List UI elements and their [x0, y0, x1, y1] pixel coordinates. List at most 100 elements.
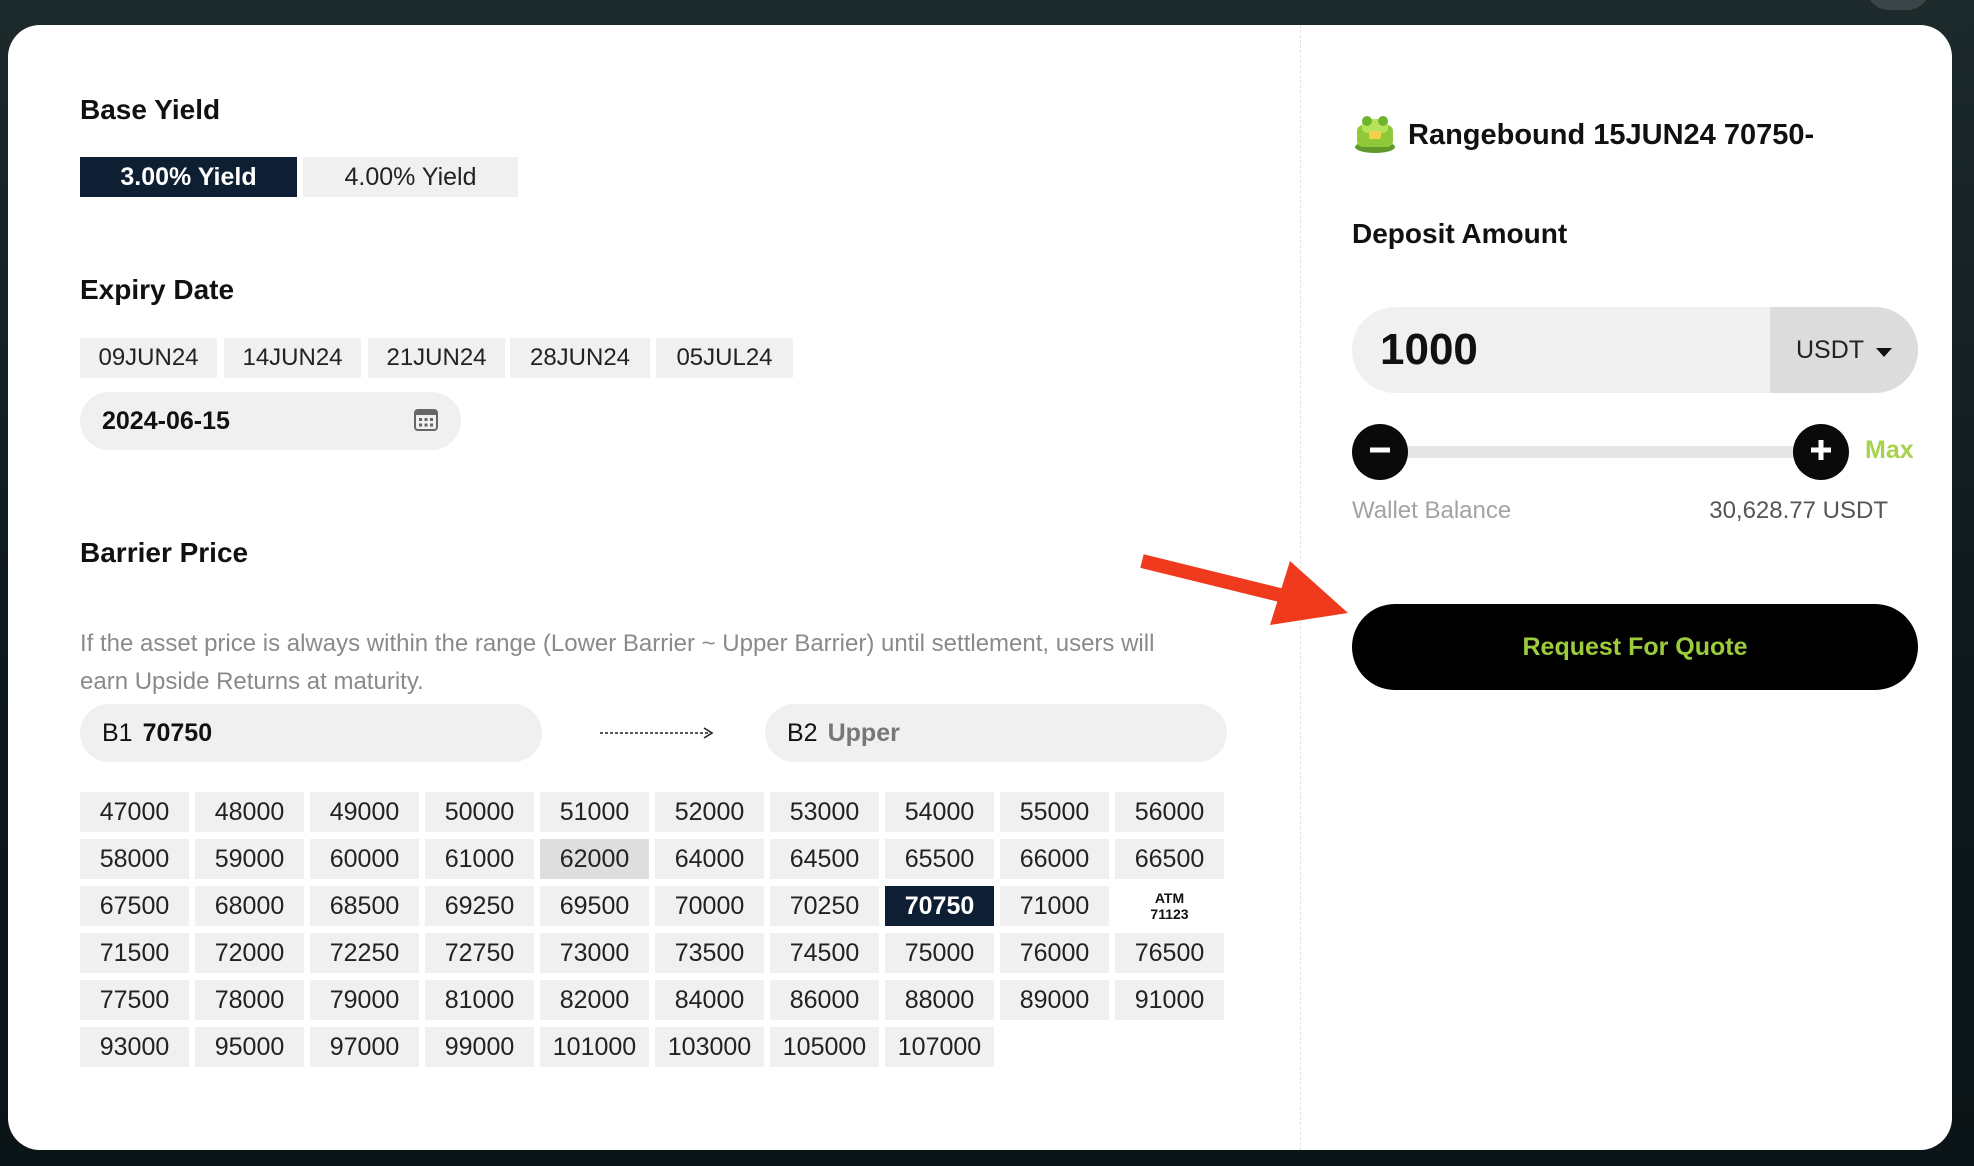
price-option-65500[interactable]: 65500 — [885, 839, 994, 879]
price-option-54000[interactable]: 54000 — [885, 792, 994, 832]
barrier-price-title: Barrier Price — [80, 537, 249, 568]
price-option-66000[interactable]: 66000 — [1000, 839, 1109, 879]
price-option-78000[interactable]: 78000 — [195, 980, 304, 1020]
price-option-66500[interactable]: 66500 — [1115, 839, 1224, 879]
price-option-99000[interactable]: 99000 — [425, 1027, 534, 1067]
base-yield-title: Base Yield — [80, 94, 221, 125]
price-option-68000[interactable]: 68000 — [195, 886, 304, 926]
price-option-49000[interactable]: 49000 — [310, 792, 419, 832]
price-option-62000[interactable]: 62000 — [540, 839, 649, 879]
price-option-71500[interactable]: 71500 — [80, 933, 189, 973]
expiry-chip-14jun24[interactable]: 14JUN24 — [224, 338, 361, 378]
expiry-chip-05jul24[interactable]: 05JUL24 — [656, 338, 793, 378]
barrier-price-grid: 47000 48000 49000 50000 51000 52000 53000 54000… — [80, 792, 1224, 1067]
barrier-description: If the asset price is always within the … — [80, 630, 1155, 695]
yield-option-4[interactable]: 4.00% Yield — [303, 157, 518, 197]
price-option-61000[interactable]: 61000 — [425, 839, 534, 879]
atm-value: 71123 — [1150, 906, 1189, 922]
price-option-48000[interactable]: 48000 — [195, 792, 304, 832]
price-option-55000[interactable]: 55000 — [1000, 792, 1109, 832]
price-option-74500[interactable]: 74500 — [770, 933, 879, 973]
price-option-77500[interactable]: 77500 — [80, 980, 189, 1020]
barrier-b2-field[interactable]: B2 Upper — [765, 704, 1227, 762]
chevron-down-icon — [1876, 336, 1893, 365]
product-modal: Base Yield 3.00% Yield 4.00% Yield Expir… — [8, 25, 1952, 1150]
max-button[interactable]: Max — [1865, 436, 1914, 465]
currency-value: USDT — [1795, 335, 1865, 364]
increase-button[interactable] — [1793, 424, 1849, 480]
price-option-70750[interactable]: 70750 — [885, 886, 994, 926]
price-option-59000[interactable]: 59000 — [195, 839, 304, 879]
price-option-72250[interactable]: 72250 — [310, 933, 419, 973]
product-title: Rangebound 15JUN24 70750- — [1408, 119, 1815, 151]
deposit-amount-title: Deposit Amount — [1352, 218, 1568, 249]
price-option-64500[interactable]: 64500 — [770, 839, 879, 879]
decrease-button[interactable] — [1352, 424, 1408, 480]
price-option-72750[interactable]: 72750 — [425, 933, 534, 973]
barrier-b1-field[interactable]: B1 70750 — [80, 704, 542, 762]
wallet-balance-value: 30,628.77 USDT — [1709, 497, 1888, 524]
deposit-slider[interactable] — [1380, 446, 1800, 458]
expiry-chip-28jun24[interactable]: 28JUN24 — [510, 338, 650, 378]
price-option-70250[interactable]: 70250 — [770, 886, 879, 926]
annotation-arrow-icon — [1138, 553, 1352, 638]
price-option-79000[interactable]: 79000 — [310, 980, 419, 1020]
price-option-64000[interactable]: 64000 — [655, 839, 764, 879]
price-option-81000[interactable]: 81000 — [425, 980, 534, 1020]
price-option-73000[interactable]: 73000 — [540, 933, 649, 973]
price-option-58000[interactable]: 58000 — [80, 839, 189, 879]
price-option-73500[interactable]: 73500 — [655, 933, 764, 973]
price-option-47000[interactable]: 47000 — [80, 792, 189, 832]
price-option-84000[interactable]: 84000 — [655, 980, 764, 1020]
wallet-balance-label: Wallet Balance — [1352, 497, 1512, 524]
price-option-82000[interactable]: 82000 — [540, 980, 649, 1020]
price-option-50000[interactable]: 50000 — [425, 792, 534, 832]
price-option-67500[interactable]: 67500 — [80, 886, 189, 926]
price-option-76500[interactable]: 76500 — [1115, 933, 1224, 973]
price-option-69500[interactable]: 69500 — [540, 886, 649, 926]
deposit-input-group: 1000 USDT — [1352, 307, 1918, 393]
product-logo-icon — [1352, 111, 1398, 160]
price-option-71000[interactable]: 71000 — [1000, 886, 1109, 926]
calendar-icon[interactable] — [413, 406, 439, 437]
price-option-51000[interactable]: 51000 — [540, 792, 649, 832]
price-option-95000[interactable]: 95000 — [195, 1027, 304, 1067]
b1-value: 70750 — [142, 718, 213, 747]
price-option-75000[interactable]: 75000 — [885, 933, 994, 973]
expiry-date-value: 2024-06-15 — [102, 406, 230, 435]
atm-label: ATM — [1154, 890, 1185, 906]
plus-icon — [1810, 439, 1832, 466]
expiry-date-field[interactable]: 2024-06-15 — [80, 392, 461, 450]
price-option-107000[interactable]: 107000 — [885, 1027, 994, 1067]
price-option-103000[interactable]: 103000 — [655, 1027, 764, 1067]
price-option-72000[interactable]: 72000 — [195, 933, 304, 973]
price-option-91000[interactable]: 91000 — [1115, 980, 1224, 1020]
price-option-60000[interactable]: 60000 — [310, 839, 419, 879]
deposit-amount-input[interactable]: 1000 — [1352, 307, 1770, 393]
price-option-97000[interactable]: 97000 — [310, 1027, 419, 1067]
b2-value: Upper — [827, 718, 900, 747]
price-option-76000[interactable]: 76000 — [1000, 933, 1109, 973]
price-option-105000[interactable]: 105000 — [770, 1027, 879, 1067]
price-option-68500[interactable]: 68500 — [310, 886, 419, 926]
yield-option-3[interactable]: 3.00% Yield — [80, 157, 297, 197]
b1-label: B1 — [102, 718, 133, 747]
price-option-56000[interactable]: 56000 — [1115, 792, 1224, 832]
price-option-101000[interactable]: 101000 — [540, 1027, 649, 1067]
price-option-89000[interactable]: 89000 — [1000, 980, 1109, 1020]
expiry-chip-09jun24[interactable]: 09JUN24 — [80, 338, 217, 378]
request-for-quote-button[interactable]: Request For Quote — [1352, 604, 1918, 690]
atm-indicator: ATM 71123 — [1115, 886, 1224, 926]
price-option-93000[interactable]: 93000 — [80, 1027, 189, 1067]
expiry-chip-21jun24[interactable]: 21JUN24 — [368, 338, 505, 378]
price-option-86000[interactable]: 86000 — [770, 980, 879, 1020]
currency-select[interactable]: USDT — [1770, 307, 1918, 393]
window-corner-button[interactable] — [1866, 0, 1930, 10]
price-option-53000[interactable]: 53000 — [770, 792, 879, 832]
price-option-69250[interactable]: 69250 — [425, 886, 534, 926]
price-option-70000[interactable]: 70000 — [655, 886, 764, 926]
minus-icon — [1369, 439, 1391, 466]
price-option-88000[interactable]: 88000 — [885, 980, 994, 1020]
product-header: Rangebound 15JUN24 70750- — [1352, 111, 1814, 160]
price-option-52000[interactable]: 52000 — [655, 792, 764, 832]
